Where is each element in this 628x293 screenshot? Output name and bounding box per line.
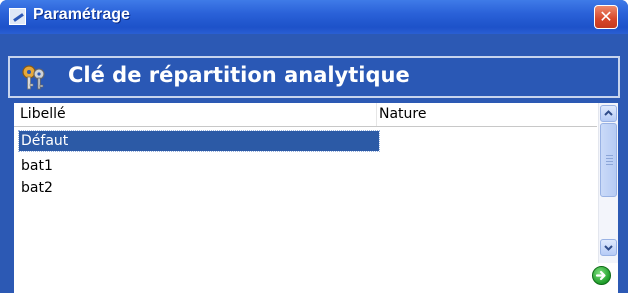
scroll-thumb[interactable] <box>600 123 617 197</box>
close-button[interactable]: ✕ <box>594 5 618 29</box>
keys-icon <box>22 65 45 90</box>
page-title: Clé de répartition analytique <box>68 63 410 87</box>
grip-line <box>606 158 613 159</box>
parametrage-window: Paramétrage ✕ Clé de répartition analyti… <box>0 0 628 293</box>
row-libelle: bat2 <box>21 180 53 196</box>
grip-line <box>606 161 613 162</box>
column-header-libelle[interactable]: Libellé <box>20 106 66 122</box>
scroll-down-button[interactable] <box>600 239 617 256</box>
column-divider[interactable] <box>376 103 377 126</box>
vertical-scrollbar[interactable] <box>598 103 618 263</box>
close-icon: ✕ <box>599 7 613 26</box>
settings-window-icon <box>9 8 26 25</box>
list-panel: Libellé Nature Défaut bat1 bat2 <box>14 103 618 293</box>
grip-line <box>606 164 613 165</box>
column-header-nature[interactable]: Nature <box>379 106 426 122</box>
row-libelle: Défaut <box>21 133 69 149</box>
row-libelle: bat1 <box>21 158 53 174</box>
chevron-down-icon <box>604 245 613 251</box>
scroll-up-button[interactable] <box>600 105 617 122</box>
arrow-right-icon <box>595 270 606 281</box>
chevron-up-icon <box>604 110 613 116</box>
title-bar[interactable]: Paramétrage ✕ <box>0 0 628 34</box>
go-arrow-icon[interactable] <box>592 266 611 285</box>
window-title: Paramétrage <box>33 6 130 23</box>
grip-line <box>606 155 613 156</box>
table-row[interactable]: bat2 <box>19 178 379 198</box>
table-row[interactable]: Défaut <box>18 130 380 152</box>
table-row[interactable]: bat1 <box>19 156 379 176</box>
table-header: Libellé Nature <box>14 103 597 127</box>
